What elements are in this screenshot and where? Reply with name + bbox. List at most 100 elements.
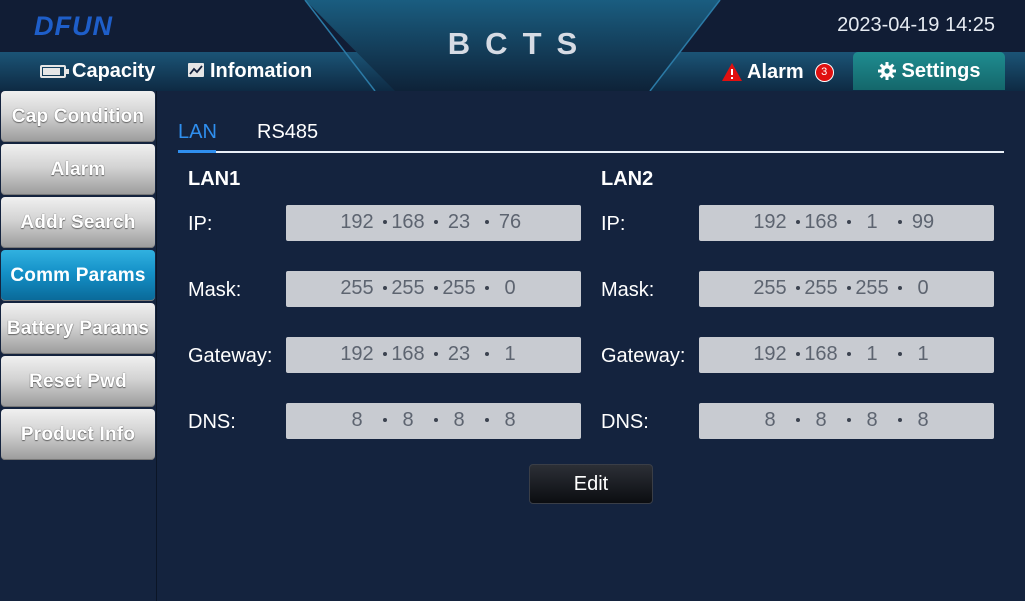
lan1-ip-input[interactable]: 192 168 23 76 [286,205,581,241]
ip-octet: 8 [815,409,827,431]
ip-octet: 23 [447,211,471,233]
lan2-mask-label: Mask: [601,279,655,301]
active-tab-indicator [178,150,216,153]
ip-octet: 76 [498,211,522,233]
alarm-count-badge: 3 [814,62,834,82]
ip-octet: 1 [866,211,878,233]
tab-lan[interactable]: LAN [178,121,217,144]
sidebar-item-alarm[interactable]: Alarm [1,144,155,195]
tab-divider [178,151,1004,153]
tab-rs485[interactable]: RS485 [257,121,318,144]
ip-separator-dot [847,220,851,224]
ip-octet: 255 [855,277,889,299]
ip-separator-dot [383,352,387,356]
ip-separator-dot [434,352,438,356]
tab-capacity-label: Capacity [72,59,156,82]
ip-separator-dot [383,220,387,224]
alarm-label: Alarm [747,60,804,83]
ip-octet: 8 [866,409,878,431]
app-title: BCTS [447,26,593,61]
ip-octet: 8 [504,409,516,431]
sidebar-item-reset-pwd[interactable]: Reset Pwd [1,356,155,407]
gear-icon [877,62,896,80]
ip-separator-dot [485,352,489,356]
ip-separator-dot [796,286,800,290]
ip-octet: 8 [764,409,776,431]
lan1-gateway-input[interactable]: 192 168 23 1 [286,337,581,373]
ip-separator-dot [898,286,902,290]
lan1-mask-input[interactable]: 255 255 255 0 [286,271,581,307]
ip-octet: 8 [351,409,363,431]
sidebar-item-cap-condition[interactable]: Cap Condition [1,91,155,142]
ip-octet: 192 [753,211,787,233]
ip-octet: 1 [917,343,929,365]
ip-separator-dot [898,220,902,224]
tab-capacity[interactable]: Capacity [40,56,155,86]
lan1-dns-input[interactable]: 8 8 8 8 [286,403,581,439]
ip-octet: 192 [340,211,374,233]
dfun-logo: DFUN [34,11,113,41]
tab-information-label: Infomation [210,59,313,82]
ip-octet: 0 [917,277,929,299]
ip-octet: 1 [504,343,516,365]
settings-button[interactable]: Settings [853,52,1005,90]
ip-octet: 1 [866,343,878,365]
ip-octet: 0 [504,277,516,299]
lan1-gateway-label: Gateway: [188,345,273,367]
ip-octet: 255 [804,277,838,299]
ip-octet: 168 [804,211,838,233]
lan1-dns-label: DNS: [188,411,236,433]
ip-octet: 255 [391,277,425,299]
lan2-ip-label: IP: [601,213,626,235]
ip-octet: 8 [917,409,929,431]
battery-icon [40,64,69,78]
sidebar-item-product-info[interactable]: Product Info [1,409,155,460]
ip-separator-dot [485,220,489,224]
ip-separator-dot [898,352,902,356]
ip-octet: 192 [753,343,787,365]
alarm-button[interactable]: Alarm 3 [721,58,834,86]
ip-separator-dot [847,352,851,356]
ip-separator-dot [383,286,387,290]
ip-octet: 168 [391,343,425,365]
ip-separator-dot [847,418,851,422]
ip-separator-dot [796,220,800,224]
ip-separator-dot [434,286,438,290]
lan2-dns-label: DNS: [601,411,649,433]
ip-separator-dot [796,352,800,356]
ip-octet: 168 [391,211,425,233]
ip-octet: 8 [453,409,465,431]
sidebar-item-battery-params[interactable]: Battery Params [1,303,155,354]
ip-octet: 255 [442,277,476,299]
lan2-gateway-label: Gateway: [601,345,686,367]
sidebar: Cap Condition Alarm Addr Search Comm Par… [0,91,156,601]
datetime-display: 2023-04-19 14:25 [837,14,995,36]
ip-octet: 23 [447,343,471,365]
lan2-ip-input[interactable]: 192 168 1 99 [699,205,994,241]
settings-label: Settings [901,59,981,82]
lan1-ip-label: IP: [188,213,213,235]
ip-separator-dot [434,418,438,422]
ip-separator-dot [847,286,851,290]
sidebar-item-comm-params[interactable]: Comm Params [1,250,155,301]
ip-separator-dot [898,418,902,422]
lan1-title: LAN1 [188,168,241,190]
header-bar: DFUN BCTS 2023-04-19 14:25 Capacity Info… [0,0,1025,91]
ip-separator-dot [434,220,438,224]
ip-octet: 255 [753,277,787,299]
chart-icon [188,60,204,83]
ip-octet: 168 [804,343,838,365]
main-panel: LAN RS485 LAN1 IP: Mask: Gateway: DNS: 1… [156,91,1025,601]
lan2-dns-input[interactable]: 8 8 8 8 [699,403,994,439]
tab-information[interactable]: Infomation [188,56,312,86]
warning-icon [721,62,743,82]
ip-separator-dot [485,418,489,422]
edit-button[interactable]: Edit [529,464,653,504]
sidebar-item-addr-search[interactable]: Addr Search [1,197,155,248]
lan2-mask-input[interactable]: 255 255 255 0 [699,271,994,307]
ip-octet: 8 [402,409,414,431]
ip-octet: 99 [911,211,935,233]
lan2-gateway-input[interactable]: 192 168 1 1 [699,337,994,373]
ip-separator-dot [796,418,800,422]
ip-octet: 255 [340,277,374,299]
